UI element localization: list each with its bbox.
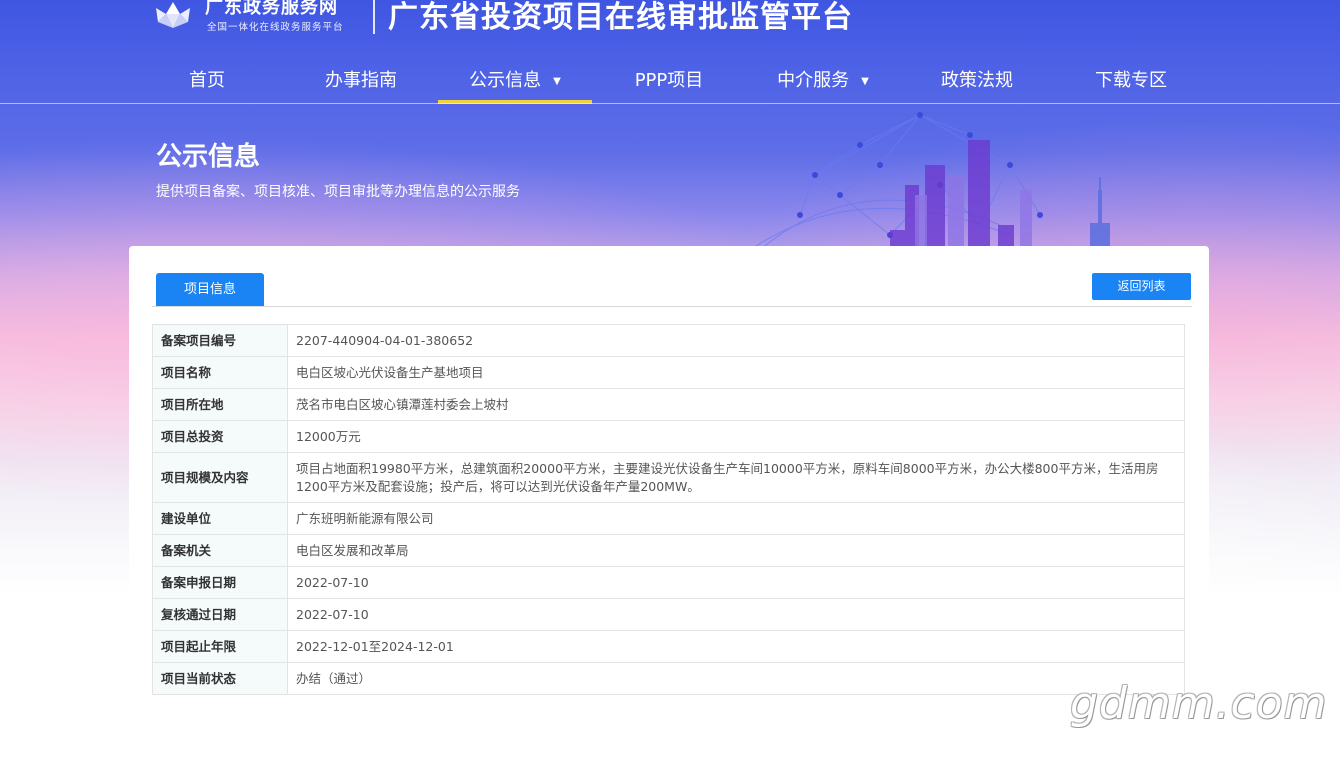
row-value: 电白区坡心光伏设备生产基地项目 bbox=[287, 356, 1185, 389]
nav-item-ppp[interactable]: PPP项目 bbox=[592, 58, 746, 104]
row-value: 2022-07-10 bbox=[287, 566, 1185, 599]
platform-title: 广东省投资项目在线审批监管平台 bbox=[388, 1, 853, 34]
row-label: 备案项目编号 bbox=[152, 324, 288, 357]
row-label: 复核通过日期 bbox=[152, 598, 288, 631]
nav-divider bbox=[0, 103, 1340, 104]
table-row: 项目总投资 12000万元 bbox=[152, 420, 1185, 453]
nav-item-label: 公示信息 bbox=[469, 70, 542, 91]
row-label: 备案申报日期 bbox=[152, 566, 288, 599]
nav-item-label: 首页 bbox=[189, 70, 225, 91]
nav-item-guide[interactable]: 办事指南 bbox=[284, 58, 438, 104]
row-value: 2207-440904-04-01-380652 bbox=[287, 324, 1185, 357]
row-value: 广东班明新能源有限公司 bbox=[287, 502, 1185, 535]
logo-name: 广东政务服务网 bbox=[205, 0, 338, 17]
table-row: 项目当前状态 办结（通过） bbox=[152, 662, 1185, 695]
nav-item-agency-services[interactable]: 中介服务 ▼ bbox=[746, 58, 900, 104]
row-value: 茂名市电白区坡心镇潭莲村委会上坡村 bbox=[287, 388, 1185, 421]
row-value: 电白区发展和改革局 bbox=[287, 534, 1185, 567]
nav-item-label: 政策法规 bbox=[941, 70, 1013, 91]
nav-item-home[interactable]: 首页 bbox=[130, 58, 284, 104]
project-info-card: 项目信息 返回列表 备案项目编号 2207-440904-04-01-38065… bbox=[129, 246, 1209, 765]
logo-subtitle: 全国一体化在线政务服务平台 bbox=[207, 22, 344, 33]
watermark: gdmm.com bbox=[1070, 678, 1328, 729]
city-skyline-illustration bbox=[749, 112, 1110, 250]
row-value: 2022-07-10 bbox=[287, 598, 1185, 631]
row-label: 项目当前状态 bbox=[152, 662, 288, 695]
back-to-list-button[interactable]: 返回列表 bbox=[1092, 273, 1191, 300]
row-value: 12000万元 bbox=[287, 420, 1185, 453]
row-label: 项目名称 bbox=[152, 356, 288, 389]
page-title: 公示信息 bbox=[156, 141, 261, 171]
government-logo-icon bbox=[156, 2, 190, 28]
table-row: 项目名称 电白区坡心光伏设备生产基地项目 bbox=[152, 356, 1185, 389]
nav-item-policies[interactable]: 政策法规 bbox=[900, 58, 1054, 104]
nav-item-label: 办事指南 bbox=[325, 70, 397, 91]
row-label: 项目起止年限 bbox=[152, 630, 288, 663]
row-label: 项目规模及内容 bbox=[152, 452, 288, 503]
table-row: 项目起止年限 2022-12-01至2024-12-01 bbox=[152, 630, 1185, 663]
table-row: 建设单位 广东班明新能源有限公司 bbox=[152, 502, 1185, 535]
page-subtitle: 提供项目备案、项目核准、项目审批等办理信息的公示服务 bbox=[156, 184, 520, 200]
row-label: 建设单位 bbox=[152, 502, 288, 535]
table-row: 项目规模及内容 项目占地面积19980平方米，总建筑面积20000平方米，主要建… bbox=[152, 452, 1185, 503]
table-row: 项目所在地 茂名市电白区坡心镇潭莲村委会上坡村 bbox=[152, 388, 1185, 421]
table-row: 备案机关 电白区发展和改革局 bbox=[152, 534, 1185, 567]
caret-down-icon: ▼ bbox=[553, 76, 561, 87]
row-value: 2022-12-01至2024-12-01 bbox=[287, 630, 1185, 663]
nav-item-downloads[interactable]: 下载专区 bbox=[1054, 58, 1208, 104]
row-label: 项目所在地 bbox=[152, 388, 288, 421]
row-value: 项目占地面积19980平方米，总建筑面积20000平方米，主要建设光伏设备生产车… bbox=[287, 452, 1185, 503]
nav-item-label: 中介服务 bbox=[777, 70, 850, 91]
nav-item-public-info[interactable]: 公示信息 ▼ bbox=[438, 58, 592, 104]
table-row: 备案申报日期 2022-07-10 bbox=[152, 566, 1185, 599]
caret-down-icon: ▼ bbox=[861, 76, 869, 87]
row-label: 项目总投资 bbox=[152, 420, 288, 453]
nav-item-label: 下载专区 bbox=[1095, 70, 1167, 91]
row-value: 办结（通过） bbox=[287, 662, 1185, 695]
main-navigation: 首页 办事指南 公示信息 ▼ PPP项目 中介服务 ▼ 政策法规 下载专区 bbox=[130, 58, 1210, 104]
table-row: 备案项目编号 2207-440904-04-01-380652 bbox=[152, 324, 1185, 357]
tab-divider bbox=[152, 306, 1192, 307]
site-header: 广东政务服务网 全国一体化在线政务服务平台 广东省投资项目在线审批监管平台 首页… bbox=[0, 0, 1340, 104]
row-label: 备案机关 bbox=[152, 534, 288, 567]
tab-project-info[interactable]: 项目信息 bbox=[156, 273, 264, 307]
project-info-table: 备案项目编号 2207-440904-04-01-380652 项目名称 电白区… bbox=[152, 324, 1185, 695]
nav-item-label: PPP项目 bbox=[634, 70, 704, 91]
logo-divider bbox=[373, 0, 375, 34]
table-row: 复核通过日期 2022-07-10 bbox=[152, 598, 1185, 631]
